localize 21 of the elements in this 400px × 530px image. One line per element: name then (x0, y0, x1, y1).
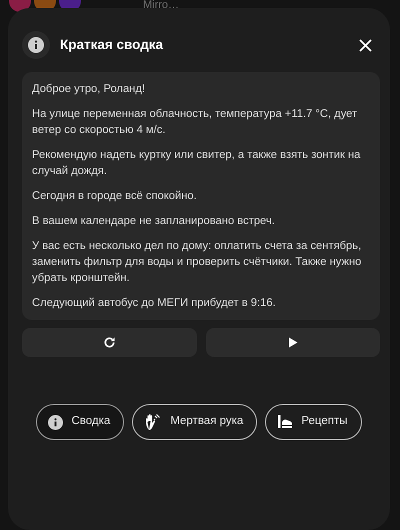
summary-paragraph: Следующий автобус до МЕГИ прибудет в 9:16. (32, 296, 277, 311)
shortcut-chip[interactable]: Мертвая рука (132, 404, 258, 440)
summary-paragraph: У вас есть несколько дел по дому: оплатить счета за сентябрь, заменить фильтр для воды и проверить счётчики. Также нужно убрать кронштейн. (32, 239, 362, 286)
refresh-icon (102, 336, 116, 349)
refresh-button[interactable] (22, 328, 196, 357)
media-title: Mirro… (143, 0, 180, 13)
hand-icon (144, 413, 162, 431)
close-button[interactable] (357, 36, 374, 54)
chef-hat-icon (277, 414, 294, 430)
info-icon (48, 414, 64, 430)
play-icon (288, 337, 298, 348)
summary-paragraph: Доброе утро, Роланд! (32, 82, 146, 97)
shortcut-chip[interactable]: Рецепты (265, 404, 362, 440)
dialog-title: Краткая сводка (60, 36, 164, 54)
play-button[interactable] (206, 328, 380, 357)
shortcut-chip[interactable]: Сводка (36, 404, 124, 440)
summary-paragraph: Рекомендую надеть куртку или свитер, а также взять зонтик на случай дождя. (32, 148, 362, 179)
summary-paragraph: На улице переменная облачность, температура +11.7 °C, дует ветер со скоростью 4 м/с. (32, 107, 358, 138)
info-icon (22, 31, 50, 59)
summary-paragraph: Сегодня в городе всё спокойно. (32, 189, 198, 204)
summary-paragraph: В вашем календаре не запланировано встреч. (32, 214, 276, 229)
